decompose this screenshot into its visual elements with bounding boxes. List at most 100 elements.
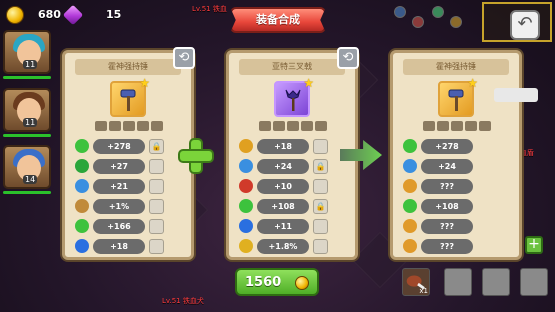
inventory-slot[interactable] — [520, 268, 548, 296]
hero-portrait-3[interactable]: 14 — [3, 145, 51, 189]
green-swirl-icon — [75, 159, 89, 173]
inventory-slot[interactable] — [482, 268, 510, 296]
green-shield-icon — [75, 139, 89, 153]
page-title: 装备合成 — [230, 7, 326, 33]
stat-row: ??? — [403, 219, 515, 235]
hero-portrait-1[interactable]: 11 — [3, 30, 51, 74]
star-icon: ★ — [303, 76, 314, 90]
item-count: x1 — [419, 287, 428, 295]
lock-checkbox[interactable] — [149, 199, 164, 214]
lock-icon: 🔒 — [151, 142, 162, 151]
stat-value: +108 — [421, 199, 473, 214]
equipment-icon[interactable]: ★ — [438, 76, 478, 117]
hero-portrait-2[interactable]: 11 — [3, 88, 51, 132]
stat-row: +21 — [75, 179, 187, 195]
stat-value: ??? — [421, 219, 473, 234]
lock-checkbox[interactable] — [313, 239, 328, 254]
stat-value: +166 — [93, 219, 145, 234]
stat-value: +1.8% — [257, 239, 309, 254]
stat-value: +108 — [257, 199, 309, 214]
skill-icon[interactable] — [450, 16, 462, 28]
gem-slot — [95, 121, 107, 131]
lock-checkbox[interactable] — [313, 179, 328, 194]
lock-checkbox[interactable] — [149, 159, 164, 174]
gem-slot — [287, 121, 299, 131]
gold-sword-icon — [239, 239, 253, 253]
equipment-name: 亚特三叉戟 — [239, 59, 345, 75]
stat-value: +10 — [257, 179, 309, 194]
gem-slot — [137, 121, 149, 131]
equipment-icon[interactable]: ★ — [110, 76, 150, 117]
gem-slot — [479, 121, 491, 131]
lock-checkbox[interactable] — [313, 219, 328, 234]
synthesize-button[interactable]: 1560 — [235, 268, 319, 296]
inventory-slot[interactable] — [444, 268, 472, 296]
equipment-name: 霍神强持锤 — [403, 59, 509, 75]
trident-icon — [285, 89, 301, 111]
gold-gear-icon — [239, 139, 253, 153]
stat-row: +278 🔒 — [75, 139, 187, 155]
boot-icon — [75, 199, 89, 213]
refresh-button[interactable]: ⟲ — [337, 47, 359, 69]
stat-row: +108 🔒 — [239, 199, 351, 215]
lock-checkbox[interactable] — [149, 179, 164, 194]
green-shield-icon — [75, 219, 89, 233]
unknown-icon — [403, 239, 417, 253]
stat-row: +24 — [403, 159, 515, 175]
lock-checkbox[interactable] — [149, 219, 164, 234]
lock-checkbox[interactable]: 🔒 — [313, 199, 328, 214]
gem-slot — [423, 121, 435, 131]
unknown-icon — [403, 179, 417, 193]
stat-row: +1% — [75, 199, 187, 215]
stat-value: +18 — [93, 239, 145, 254]
hammer-icon — [120, 89, 136, 111]
equipment-name: 霍神强持锤 — [75, 59, 181, 75]
gem-slot — [259, 121, 271, 131]
lock-checkbox[interactable]: 🔒 — [149, 139, 164, 154]
unknown-icon — [403, 219, 417, 233]
blue-star-icon — [239, 219, 253, 233]
green-shield-icon — [239, 199, 253, 213]
equipment-panel-middle: 亚特三叉戟 ⟲ ★ +18 +24 🔒 +10 +108 🔒 +11 +1.8% — [226, 47, 359, 260]
lock-icon: 🔒 — [315, 162, 326, 171]
green-shield-icon — [403, 139, 417, 153]
green-shield-icon — [403, 199, 417, 213]
stat-value: +27 — [93, 159, 145, 174]
lock-icon: 🔒 — [315, 202, 326, 211]
side-menu-button[interactable] — [494, 88, 538, 102]
gem-amount: 15 — [106, 8, 122, 21]
inventory-slot-meat[interactable]: x1 — [402, 268, 430, 296]
enemy-level-label: Lv.51 铁血犬 — [162, 297, 204, 305]
back-button[interactable]: ↶ — [510, 10, 540, 40]
blue-shield-icon — [239, 159, 253, 173]
stat-row: +10 — [239, 179, 351, 195]
skill-icon[interactable] — [412, 16, 424, 28]
stat-value: ??? — [421, 179, 473, 194]
equipment-panel-result: 霍神强持锤 ★ +278 +24 ??? +108 ??? ??? — [390, 50, 522, 260]
stat-value: +24 — [421, 159, 473, 174]
gem-icon — [62, 4, 84, 26]
gem-slot — [301, 121, 313, 131]
skill-icon[interactable] — [432, 6, 444, 18]
stat-row: ??? — [403, 179, 515, 195]
gem-slot — [123, 121, 135, 131]
gem-slot — [437, 121, 449, 131]
hero-level: 11 — [23, 60, 38, 69]
gem-slots — [259, 121, 327, 131]
lock-checkbox[interactable]: 🔒 — [313, 159, 328, 174]
stat-row: +278 — [403, 139, 515, 155]
gold-coin-icon — [6, 6, 24, 24]
lock-checkbox[interactable] — [149, 239, 164, 254]
refresh-button[interactable]: ⟲ — [173, 47, 195, 69]
stat-row: +166 — [75, 219, 187, 235]
equipment-icon[interactable]: ★ — [274, 76, 314, 117]
stat-value: +278 — [93, 139, 145, 154]
add-button[interactable]: + — [525, 236, 543, 254]
skill-icon[interactable] — [394, 6, 406, 18]
stat-row: +108 — [403, 199, 515, 215]
lock-checkbox[interactable] — [313, 139, 328, 154]
hammer-icon — [448, 89, 464, 111]
cost-amount: 1560 — [245, 275, 282, 290]
gem-slots — [423, 121, 491, 131]
stat-value: +1% — [93, 199, 145, 214]
